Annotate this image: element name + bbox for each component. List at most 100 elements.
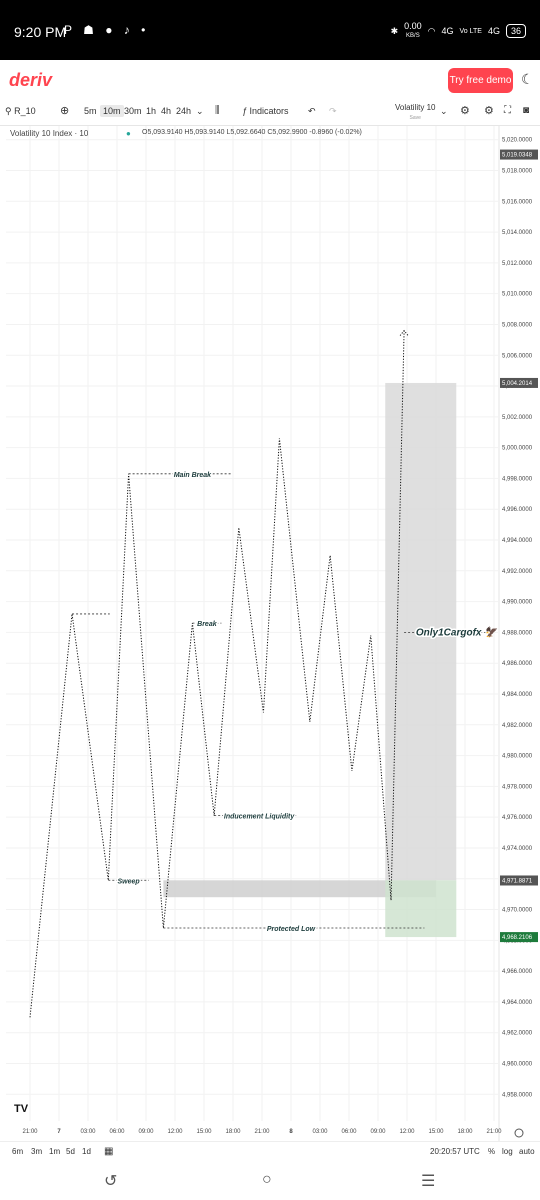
x-tick-label: 21:00: [22, 1129, 38, 1135]
y-tick-label: 4,960.0000: [502, 1062, 533, 1068]
y-tick-label: 5,018.0000: [502, 168, 533, 174]
y-tick-label: 4,976.0000: [502, 815, 533, 821]
candles-icon[interactable]: ⫼: [215, 105, 220, 116]
y-tick-label: 4,970.0000: [502, 908, 533, 914]
annotation-label: Sweep: [118, 878, 141, 885]
range-6m[interactable]: 6m: [12, 1147, 23, 1156]
x-tick-label: 03:00: [312, 1129, 328, 1135]
log-toggle[interactable]: log: [502, 1147, 513, 1156]
price-path-line: [29, 330, 405, 1018]
indicators-button[interactable]: ƒ Indicators: [242, 106, 289, 116]
utc-clock[interactable]: 20:20:57 UTC: [430, 1147, 480, 1156]
speed-value: 0.00: [404, 21, 422, 31]
y-tick-label: 5,016.0000: [502, 199, 533, 205]
timeframe-24h[interactable]: 24h: [176, 106, 191, 116]
x-tick-label: 18:00: [457, 1129, 473, 1135]
y-tick-label: 5,010.0000: [502, 292, 533, 298]
y-tick-label: 4,980.0000: [502, 754, 533, 760]
price-label-text: 5,019.0348: [502, 153, 533, 159]
chart-zones: [163, 382, 457, 938]
theme-toggle-icon[interactable]: ☾: [521, 71, 534, 88]
y-tick-label: 4,964.0000: [502, 1000, 533, 1006]
tradingview-logo: TV: [14, 1103, 29, 1115]
x-tick-label: 21:00: [486, 1129, 502, 1135]
indicators-label: Indicators: [249, 106, 289, 116]
x-axis: 21:00 7 03:00 06:00 09:00 12:00 15:00 18:00 21:0…: [22, 1129, 502, 1135]
y-tick-label: 5,014.0000: [502, 230, 533, 236]
price-chart[interactable]: Main Break Break Inducement Liquidity Sweep…: [0, 126, 540, 1141]
x-tick-label: 09:00: [370, 1129, 386, 1135]
annotation-label: Main Break: [174, 472, 212, 479]
y-tick-label: 4,990.0000: [502, 600, 533, 606]
chevron-down-icon-2[interactable]: ⌄: [440, 106, 448, 117]
y-tick-label: 4,966.0000: [502, 969, 533, 975]
y-tick-label: 4,988.0000: [502, 630, 533, 636]
x-tick-label: 21:00: [254, 1129, 270, 1135]
price-label-text: 4,968.2106: [502, 935, 533, 941]
y-tick-label: 4,992.0000: [502, 569, 533, 575]
range-1m[interactable]: 1m: [49, 1147, 60, 1156]
chart-name-label: Volatility 10: [395, 103, 436, 112]
timeframe-30m[interactable]: 30m: [124, 106, 142, 116]
x-tick-label: 15:00: [428, 1129, 444, 1135]
y-tick-label: 5,020.0000: [502, 138, 533, 144]
symbol-label: R_10: [14, 106, 36, 116]
bluetooth-icon: ✱: [390, 25, 399, 36]
wifi-icon: ◠: [427, 25, 436, 36]
x-tick-label: 12:00: [399, 1129, 415, 1135]
battery-level: 36: [510, 26, 521, 36]
chart-layout-name[interactable]: Volatility 10 Save: [395, 103, 435, 122]
date-range-icon[interactable]: ▦: [104, 1146, 113, 1157]
back-nav-icon[interactable]: ↺: [104, 1171, 117, 1191]
x-tick-label: 18:00: [225, 1129, 241, 1135]
x-tick-label: 7: [57, 1129, 61, 1135]
x-tick-label: 8: [289, 1129, 293, 1135]
range-3m[interactable]: 3m: [31, 1147, 42, 1156]
symbol-search[interactable]: ⚲ R_10: [5, 106, 36, 117]
y-tick-label: 4,978.0000: [502, 784, 533, 790]
y-tick-label: 4,998.0000: [502, 476, 533, 482]
deriv-logo[interactable]: deriv: [9, 70, 52, 91]
y-tick-label: 4,996.0000: [502, 507, 533, 513]
annotation-label: Break: [197, 621, 218, 628]
undo-icon[interactable]: ↶: [308, 106, 316, 117]
price-label-text: 5,004.2014: [502, 381, 533, 387]
legend-title: Volatility 10 Index · 10: [10, 129, 89, 138]
annotation-label: Only1Cargofx 🦅: [416, 625, 498, 638]
y-tick-label: 4,962.0000: [502, 1031, 533, 1037]
y-tick-label: 5,002.0000: [502, 415, 533, 421]
status-time: 9:20 PM: [14, 24, 67, 40]
y-tick-label: 5,012.0000: [502, 261, 533, 267]
chart-legend: Volatility 10 Index · 10 ● O5,093.9140 H…: [0, 126, 500, 140]
axis-settings-icon[interactable]: [514, 1128, 524, 1138]
quick-search-icon[interactable]: ⚙: [460, 104, 470, 117]
chevron-down-icon[interactable]: ⌄: [196, 106, 204, 117]
y-tick-label: 4,974.0000: [502, 846, 533, 852]
range-5d[interactable]: 5d: [66, 1147, 75, 1156]
compare-add-icon[interactable]: ⊕: [60, 104, 69, 117]
annotation-label: Inducement Liquidity: [224, 814, 295, 821]
system-nav-bar: ↺ ○ ☰: [0, 1161, 540, 1200]
y-tick-label: 5,008.0000: [502, 322, 533, 328]
price-labels: 5,019.0348 5,004.2014 4,971.8871 4,968.2106: [500, 149, 538, 943]
recents-nav-icon[interactable]: ☰: [421, 1171, 435, 1191]
percent-toggle[interactable]: %: [488, 1147, 495, 1156]
fullscreen-icon[interactable]: ⛶: [504, 105, 511, 116]
chart-toolbar: ⚲ R_10 ⊕ 5m 10m 30m 1h 4h 24h ⌄ ⫼ ƒ Indi…: [0, 100, 540, 126]
auto-toggle[interactable]: auto: [519, 1147, 535, 1156]
y-tick-label: 4,958.0000: [502, 1092, 533, 1098]
settings-icon[interactable]: ⚙: [484, 104, 494, 117]
timeframe-1h[interactable]: 1h: [146, 106, 156, 116]
timeframe-10m[interactable]: 10m: [100, 105, 124, 117]
notification-icons: P ☗ ● ♪ •: [64, 23, 150, 37]
try-demo-button[interactable]: Try free demo: [448, 68, 513, 93]
x-tick-label: 06:00: [109, 1129, 125, 1135]
camera-icon[interactable]: ◙: [523, 105, 529, 116]
range-1d[interactable]: 1d: [82, 1147, 91, 1156]
timeframe-5m[interactable]: 5m: [84, 106, 97, 116]
redo-icon[interactable]: ↷: [329, 106, 337, 117]
network-label-2: Vo LTE: [459, 27, 482, 35]
timeframe-4h[interactable]: 4h: [161, 106, 171, 116]
price-label-text: 4,971.8871: [502, 878, 533, 884]
home-nav-icon[interactable]: ○: [262, 1171, 272, 1189]
